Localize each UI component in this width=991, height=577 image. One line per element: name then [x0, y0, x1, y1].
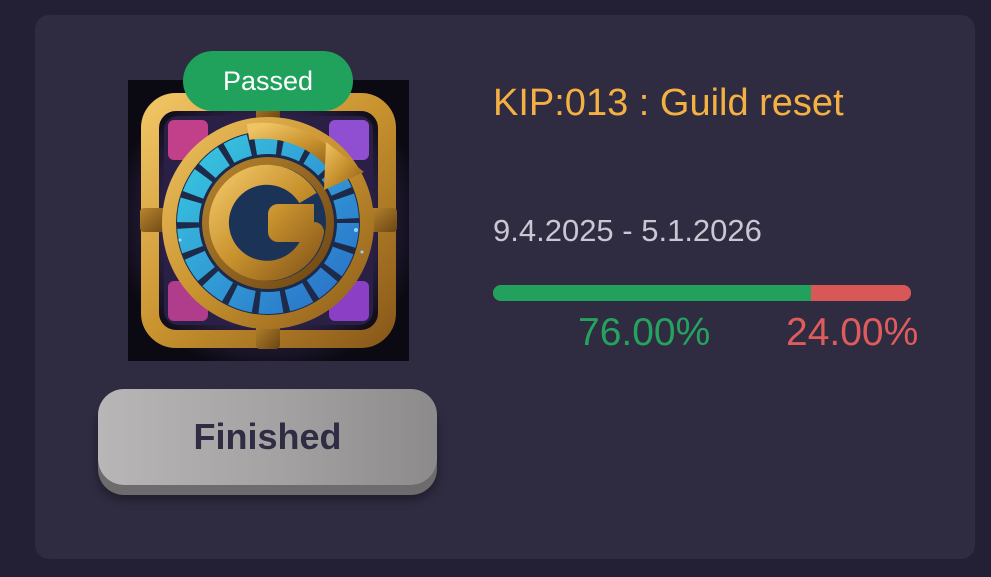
vote-yes-segment	[493, 285, 811, 301]
passed-badge: Passed	[183, 51, 353, 111]
guild-reset-emblem-icon	[128, 80, 409, 361]
proposal-card[interactable]: Passed Finished KIP:013 : Guild reset 9.…	[35, 15, 975, 559]
finished-button[interactable]: Finished	[98, 389, 437, 485]
proposal-title[interactable]: KIP:013 : Guild reset	[493, 79, 844, 127]
proposal-date-range: 9.4.2025 - 5.1.2026	[493, 213, 762, 248]
proposal-image	[128, 80, 409, 361]
vote-no-percentage: 24.00%	[786, 311, 919, 354]
vote-progress-bar	[493, 285, 911, 301]
vote-no-segment	[810, 285, 911, 301]
vote-yes-percentage: 76.00%	[578, 311, 711, 354]
